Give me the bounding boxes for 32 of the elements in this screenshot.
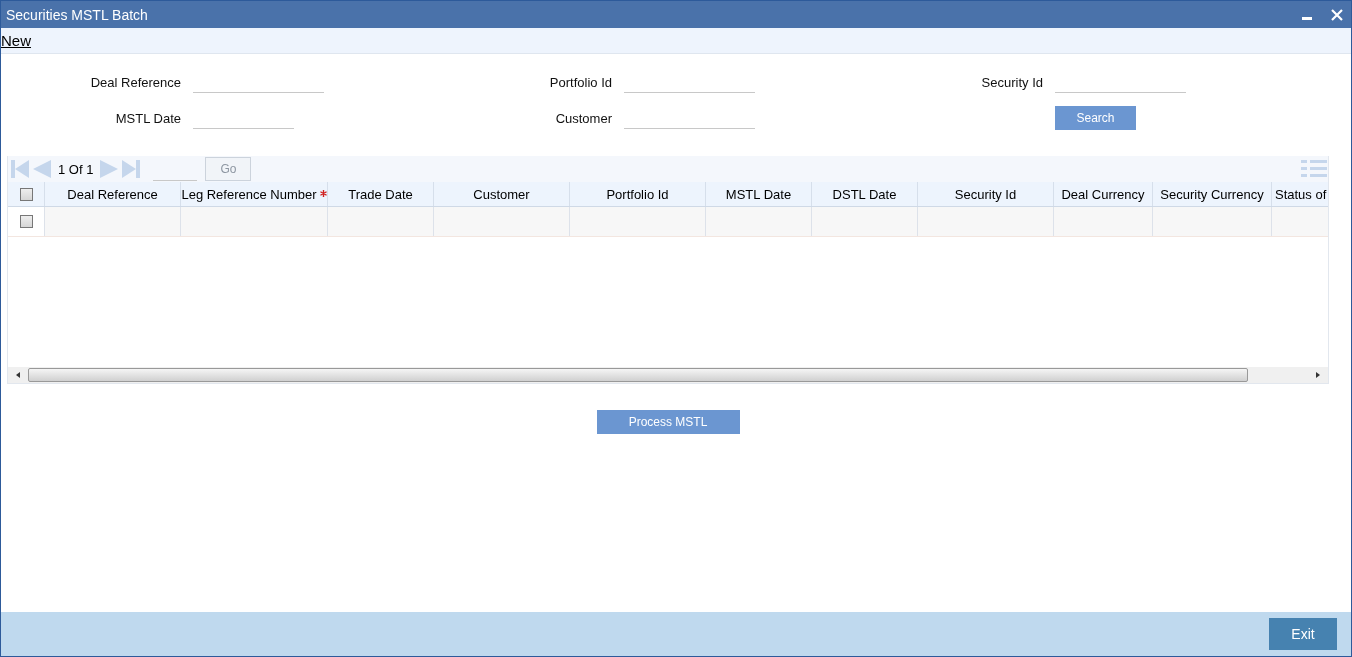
column-header[interactable]: Status of xyxy=(1271,182,1328,206)
column-header[interactable]: Customer xyxy=(433,182,569,206)
column-header[interactable]: Deal Currency xyxy=(1053,182,1152,206)
previous-page-icon[interactable] xyxy=(32,159,52,179)
select-all-checkbox[interactable] xyxy=(19,187,33,201)
field-label: Portfolio Id xyxy=(548,74,612,90)
row-checkbox[interactable] xyxy=(19,215,33,228)
column-header[interactable]: Portfolio Id xyxy=(569,182,705,206)
column-header[interactable]: Deal Reference xyxy=(44,182,180,206)
last-page-icon[interactable] xyxy=(121,159,142,179)
new-link[interactable]: New xyxy=(1,32,31,49)
next-page-icon[interactable] xyxy=(99,159,120,179)
scroll-right-icon[interactable] xyxy=(1314,371,1322,379)
list-view-icon[interactable] xyxy=(1301,159,1327,179)
close-icon[interactable] xyxy=(1331,8,1343,21)
field-label: Deal Reference xyxy=(89,74,181,90)
column-header[interactable]: MSTL Date xyxy=(705,182,811,206)
scroll-thumb[interactable] xyxy=(28,368,1248,382)
scroll-left-icon[interactable] xyxy=(14,371,22,379)
horizontal-scrollbar[interactable] xyxy=(8,367,1328,383)
column-header[interactable]: Leg Reference Number xyxy=(180,182,327,206)
field-label: Customer xyxy=(554,110,612,126)
column-header[interactable]: DSTL Date xyxy=(811,182,917,206)
column-header[interactable]: Trade Date xyxy=(327,182,433,206)
first-page-icon[interactable] xyxy=(10,159,30,179)
exit-button[interactable]: Exit xyxy=(1269,618,1337,650)
column-header[interactable]: Security Id xyxy=(917,182,1053,206)
field-label: Security Id xyxy=(980,74,1043,90)
page-count: 1 Of 1 xyxy=(58,161,94,177)
column-header[interactable]: Security Currency xyxy=(1152,182,1271,206)
window-title: Securities MSTL Batch xyxy=(6,6,148,23)
field-label: MSTL Date xyxy=(114,110,181,126)
